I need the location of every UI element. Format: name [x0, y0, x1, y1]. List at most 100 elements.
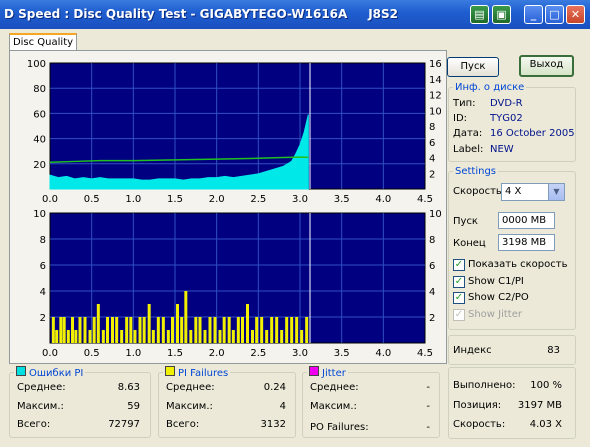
pi-failure-bar — [125, 317, 129, 343]
pif-total-value: 3132 — [260, 419, 286, 430]
pi-failure-bar — [218, 330, 222, 343]
pi-failure-bar — [290, 317, 294, 343]
pi-failure-bar — [231, 330, 235, 343]
show-jitter-checkbox: ✓ — [453, 309, 465, 321]
disc-id-value: TYG02 — [490, 113, 523, 124]
y-tick-label-right: 4 — [429, 154, 435, 165]
y-tick-label-left: 8 — [40, 235, 46, 246]
pi-failure-bar — [92, 317, 96, 343]
x-tick-label: 0.5 — [84, 348, 100, 359]
pi-errors-legend-text: Ошибки PI — [29, 368, 84, 379]
pif-avg-value: 0.24 — [263, 382, 286, 393]
pi-avg-label: Среднее: — [17, 382, 66, 393]
jitter-avg-value: - — [426, 382, 430, 393]
pi-total-label: Всего: — [17, 419, 51, 430]
x-tick-label: 1.0 — [125, 194, 141, 205]
x-tick-label: 0.5 — [84, 194, 100, 205]
exit-button[interactable]: Выход — [519, 55, 574, 77]
y-tick-label-right: 4 — [429, 287, 435, 298]
pi-failure-bar — [265, 330, 269, 343]
pi-failure-bar — [176, 304, 179, 343]
y-tick-label-left: 60 — [33, 109, 46, 120]
speed-label: Скорость — [453, 186, 502, 197]
pi-failure-bar — [255, 317, 259, 343]
pi-failure-bar — [115, 317, 119, 343]
po-failures-value: - — [426, 422, 430, 433]
pi-failures-legend: PI Failures — [163, 366, 230, 379]
jitter-swatch — [309, 366, 319, 376]
y-tick-label-right: 6 — [429, 261, 435, 272]
plot-background — [49, 62, 426, 190]
pi-failure-bar — [285, 317, 289, 343]
pi-failure-bar — [66, 330, 70, 343]
pi-failures-legend-text: PI Failures — [178, 368, 229, 379]
title-bar[interactable]: D Speed : Disc Quality Test - GIGABYTEGO… — [0, 0, 590, 29]
window-title: D Speed : Disc Quality Test - GIGABYTEGO… — [4, 7, 398, 21]
pi-failure-bar — [236, 317, 240, 343]
y-tick-label-left: 6 — [40, 261, 46, 272]
x-tick-label: 4.5 — [417, 348, 433, 359]
pif-avg-label: Среднее: — [166, 382, 215, 393]
x-tick-label: 2.5 — [250, 348, 266, 359]
jitter-avg-label: Среднее: — [310, 382, 359, 393]
pi-failure-bar — [133, 330, 137, 343]
pi-failure-bar — [129, 317, 133, 343]
save-icon[interactable]: ▣ — [492, 5, 511, 24]
y-tick-label-left: 20 — [33, 160, 46, 171]
pi-avg-value: 8.63 — [117, 382, 140, 393]
show-speed-checkbox[interactable]: ✓ — [453, 259, 465, 271]
pi-errors-swatch — [16, 366, 26, 376]
x-tick-label: 1.5 — [167, 194, 183, 205]
chevron-down-icon[interactable]: ▼ — [548, 184, 564, 200]
speed-select[interactable]: 4 X ▼ — [501, 183, 565, 201]
jitter-legend: Jitter — [307, 366, 348, 379]
y-tick-label-right: 16 — [429, 59, 442, 70]
pi-failure-bar — [270, 317, 274, 343]
pi-failure-bar — [305, 317, 309, 343]
disc-quality-charts: 0.0 0.5 1.0 1.5 2.0 2.5 3.0 3.5 4.0 4.5 20 40 60 80 10… — [27, 59, 442, 359]
po-failures-label: PO Failures: — [310, 422, 369, 433]
pi-failure-bar — [194, 317, 198, 343]
pi-failure-bar — [275, 317, 279, 343]
jitter-legend-text: Jitter — [322, 368, 346, 379]
pi-failure-bar — [55, 330, 59, 343]
y-tick-label-right: 12 — [429, 91, 442, 102]
x-tick-label: 2.5 — [250, 194, 266, 205]
disc-type-label: Тип: — [453, 98, 476, 109]
close-button[interactable]: ✕ — [566, 5, 585, 24]
pi-failure-bar — [184, 291, 188, 343]
pi-failure-bar — [151, 330, 155, 343]
pi-max-value: 59 — [127, 401, 140, 412]
jitter-max-label: Максим.: — [310, 401, 357, 412]
pi-failures-swatch — [165, 366, 175, 376]
start-position-field[interactable]: 0000 MB — [498, 212, 555, 229]
disc-type-value: DVD-R — [490, 98, 523, 109]
minimize-button[interactable]: _ — [524, 5, 543, 24]
y-tick-label-right: 8 — [429, 235, 435, 246]
pi-failure-bar — [71, 317, 74, 343]
end-position-label: Конец — [453, 238, 486, 249]
y-tick-label-right: 2 — [429, 313, 435, 324]
pi-failure-bar — [101, 330, 105, 343]
pi-failure-bar — [189, 330, 193, 343]
disc-date-value: 16 October 2005 — [490, 128, 575, 139]
end-position-field[interactable]: 3198 MB — [498, 234, 555, 251]
y-tick-label-right: 10 — [429, 209, 442, 220]
x-tick-label: 3.5 — [334, 194, 350, 205]
x-tick-label: 3.0 — [292, 348, 308, 359]
tray-icon[interactable]: ▤ — [470, 5, 489, 24]
start-button[interactable]: Пуск — [447, 57, 499, 77]
pi-failure-bar — [208, 317, 212, 343]
show-c2-po-checkbox[interactable]: ✓ — [453, 292, 465, 304]
pi-failure-bar — [180, 317, 184, 343]
pi-failure-bar — [198, 317, 202, 343]
pi-failure-bar — [260, 317, 264, 343]
maximize-button[interactable]: □ — [545, 5, 564, 24]
pi-failure-bar — [166, 330, 170, 343]
x-tick-label: 3.0 — [292, 194, 308, 205]
pi-errors-legend: Ошибки PI — [14, 366, 85, 379]
pi-failure-bar — [156, 317, 160, 343]
pi-total-value: 72797 — [108, 419, 140, 430]
pi-failure-bar — [106, 317, 109, 343]
show-c1-pi-checkbox[interactable]: ✓ — [453, 276, 465, 288]
